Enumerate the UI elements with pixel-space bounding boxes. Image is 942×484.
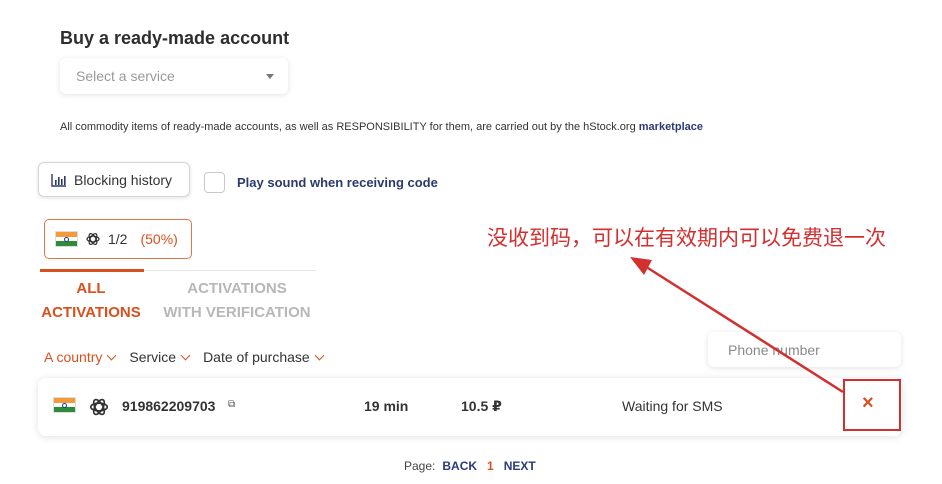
activation-price: 10.5 ₽ [461,398,502,414]
blocking-history-label: Blocking history [74,171,173,188]
phone-number-search[interactable]: Phone number [708,332,901,367]
next-button[interactable]: NEXT [504,459,536,473]
openai-icon [89,398,109,416]
notice-text: All commodity items of ready-made accoun… [60,121,639,133]
back-button[interactable]: BACK [442,459,477,473]
service-select[interactable]: Select a service [60,58,288,94]
country-filter-label: A country [44,349,103,365]
stats-percent: (50%) [140,231,178,247]
chevron-down-icon [106,350,117,360]
annotation-text: 没收到码，可以在有效期内可以免费退一次 [487,226,886,250]
play-sound-label: Play sound when receiving code [237,175,438,190]
copy-icon[interactable]: ⧉ [228,399,235,410]
time-left: 19 min [364,398,409,414]
highlight-box [843,379,901,431]
date-filter[interactable]: Date of purchase [203,349,325,365]
tab-label-line2: WITH VERIFICATION [163,304,311,321]
current-page: 1 [487,459,494,473]
date-filter-label: Date of purchase [203,349,310,365]
chevron-down-icon [180,350,191,360]
india-flag-icon [53,397,76,413]
activation-row: 919862209703 ⧉ 19 min 10.5 ₽ Waiting for… [38,378,902,436]
bar-chart-icon [51,173,66,187]
india-flag-icon [55,231,78,247]
chevron-down-icon [266,73,274,79]
openai-icon [86,233,100,245]
blocking-history-button[interactable]: Blocking history [38,162,190,197]
play-sound-option[interactable]: Play sound when receiving code [204,172,438,193]
tab-all-activations[interactable]: ALL ACTIVATIONS [38,277,144,325]
page-title: Buy a ready-made account [60,28,290,48]
page-label: Page: [404,459,436,473]
marketplace-link[interactable]: marketplace [639,121,703,133]
service-select-placeholder: Select a service [76,68,175,84]
pagination: Page: BACK 1 NEXT [404,459,536,473]
active-tab-indicator [40,269,144,272]
play-sound-checkbox[interactable] [204,172,225,193]
stats-count: 1/2 [108,231,128,247]
tab-activations-with-verification[interactable]: ACTIVATIONS WITH VERIFICATION [158,277,316,325]
filter-bar: A country Service Date of purchase [44,349,325,365]
chevron-down-icon [314,350,325,360]
marketplace-notice: All commodity items of ready-made accoun… [60,121,703,133]
activation-stats-badge[interactable]: 1/2 (50%) [44,219,192,259]
country-filter[interactable]: A country [44,349,117,365]
phone-search-placeholder: Phone number [728,341,820,358]
service-filter[interactable]: Service [129,349,191,365]
tab-label-line1: ACTIVATIONS [187,280,287,297]
tab-label-line2: ACTIVATIONS [41,304,141,321]
activation-status: Waiting for SMS [622,398,723,414]
phone-number: 919862209703 [122,398,216,414]
tab-label-line1: ALL [76,280,106,297]
tab-divider [144,270,316,271]
service-filter-label: Service [129,349,177,365]
